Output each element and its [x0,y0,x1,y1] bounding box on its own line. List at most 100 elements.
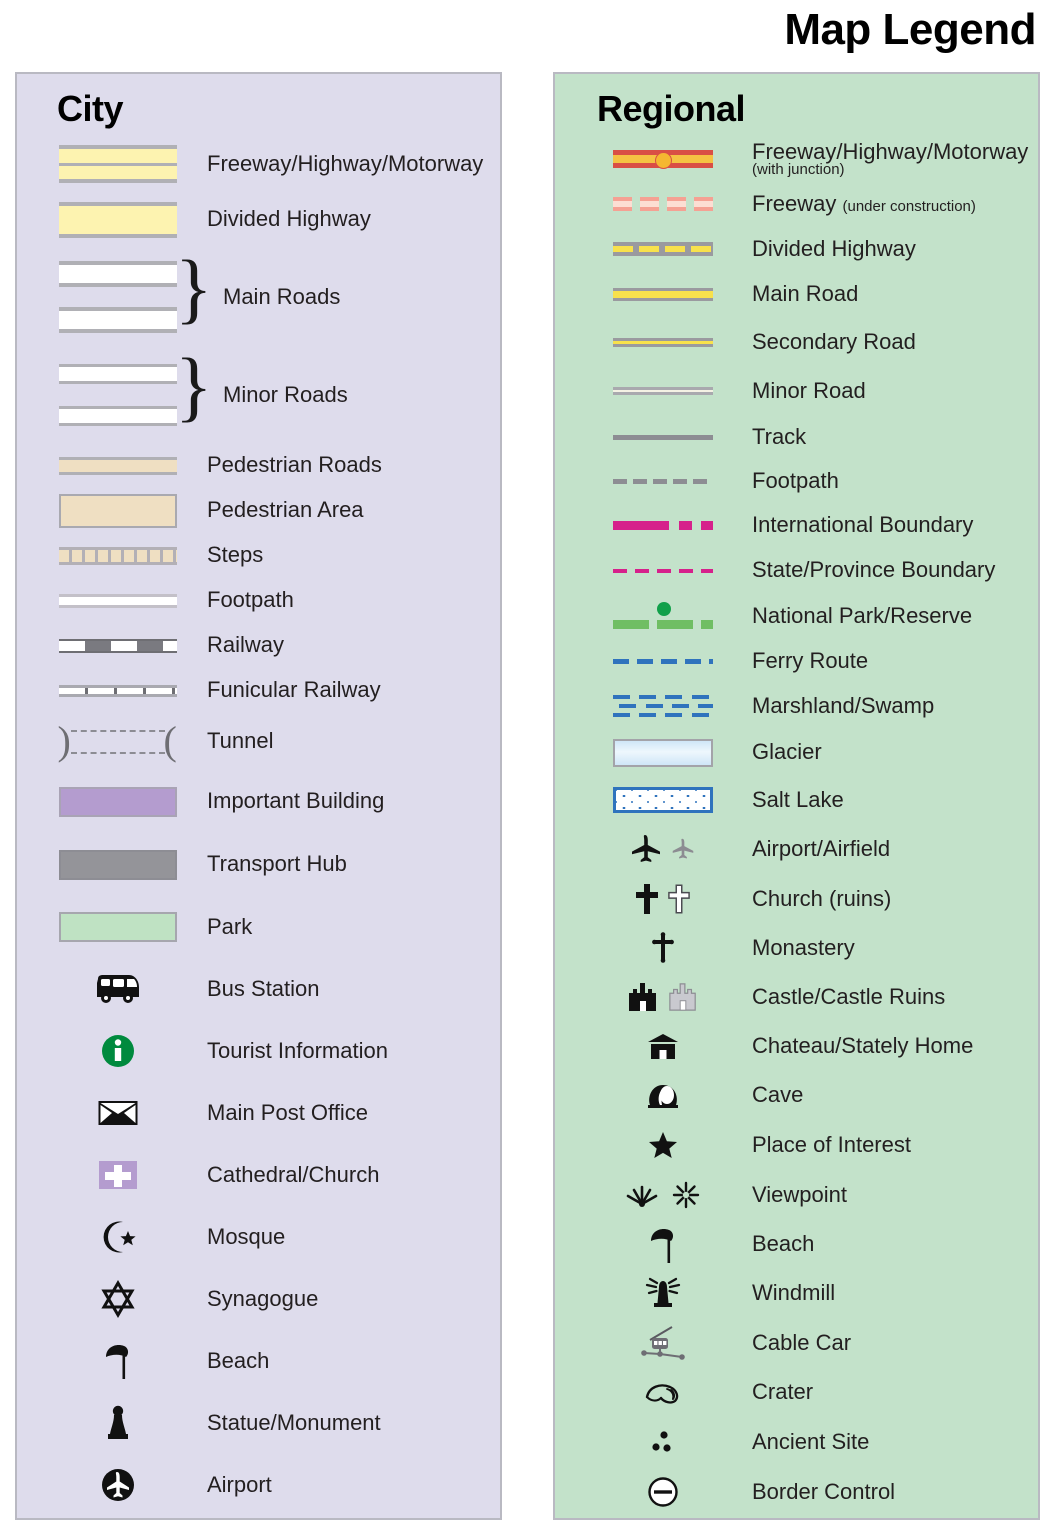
legend-row[interactable]: Footpath [555,459,1038,503]
legend-row[interactable]: Railway [17,623,500,668]
legend-row[interactable]: International Boundary [555,503,1038,548]
legend-row[interactable]: Main Road [555,272,1038,317]
info-icon [45,1033,190,1069]
legend-row[interactable]: Footpath [17,578,500,623]
legend-label: Beach [207,1347,270,1373]
legend-label: Steps [207,542,264,568]
legend-row[interactable]: Ferry Route [555,639,1038,683]
legend-row[interactable]: } Minor Roads [17,346,500,443]
legend-row[interactable]: Border Control [555,1467,1038,1517]
legend-label: Divided Highway [207,206,371,232]
national-park-swatch [585,600,740,632]
legend-row[interactable]: State/Province Boundary [555,548,1038,593]
legend-label: Glacier [752,739,822,765]
legend-row[interactable]: Divided Highway [555,226,1038,272]
bus-icon [45,973,190,1005]
legend-row[interactable]: Monastery [555,924,1038,972]
legend-row[interactable]: Crater [555,1368,1038,1417]
legend-label: Important Building [207,788,385,814]
legend-row[interactable]: Beach [17,1330,500,1392]
legend-row[interactable]: National Park/Reserve [555,593,1038,639]
legend-row[interactable]: Transport Hub [17,833,500,896]
legend-label: Tunnel [207,728,274,754]
legend-label: Cave [752,1082,804,1108]
legend-row[interactable]: Windmill [555,1269,1038,1318]
legend-row[interactable]: } Main Roads [17,247,500,347]
legend-row[interactable]: Main Post Office [17,1082,500,1144]
bracket-left-icon: ) [57,717,71,763]
airplane-pair-icon [585,834,740,864]
glacier-swatch [585,738,740,767]
funicular-railway-swatch [45,684,190,697]
divided-highway-swatch [45,201,190,238]
legend-label: Minor Roads [223,381,348,407]
junction-dot-icon [655,151,672,169]
legend-row[interactable]: Chateau/Stately Home [555,1022,1038,1071]
legend-row[interactable]: Secondary Road [555,317,1038,367]
legend-row[interactable]: Freeway (under construction) [555,182,1038,226]
castle-pair-icon [585,981,740,1013]
important-building-swatch [45,786,190,817]
regional-main-road-swatch [585,288,740,301]
legend-label: Crater [752,1379,814,1405]
legend-row[interactable]: Pedestrian Area [17,488,500,533]
parasol-icon [585,1226,740,1264]
legend-label: Statue/Monument [207,1409,381,1435]
legend-row[interactable]: ) ( Tunnel [17,713,500,770]
legend-row[interactable]: Glacier [555,729,1038,776]
regional-freeway-junction-swatch [585,150,740,169]
legend-row[interactable]: Minor Road [555,367,1038,415]
park-dot-icon [656,602,671,616]
secondary-road-swatch [585,337,740,347]
city-panel-heading: City [57,88,124,129]
legend-label: Church (ruins) [752,885,892,911]
legend-row[interactable]: Pedestrian Roads [17,443,500,488]
legend-label: Cable Car [752,1329,852,1355]
legend-row[interactable]: Cathedral/Church [17,1144,500,1206]
legend-row[interactable]: Beach [555,1220,1038,1269]
legend-row[interactable]: Airport [17,1454,500,1516]
legend-row[interactable]: Viewpoint [555,1170,1038,1220]
legend-row[interactable]: Steps [17,533,500,578]
legend-row[interactable]: Place of Interest [555,1120,1038,1170]
legend-label: Ancient Site [752,1428,870,1454]
legend-row[interactable]: Tourist Information [17,1020,500,1082]
legend-row[interactable]: Salt Lake [555,776,1038,824]
legend-row[interactable]: Church (ruins) [555,874,1038,924]
legend-row[interactable]: Mosque [17,1206,500,1268]
legend-label: Windmill [752,1280,836,1306]
legend-row[interactable]: Cave [555,1071,1038,1120]
crescent-star-icon [45,1219,190,1255]
legend-row[interactable]: Cable Car [555,1318,1038,1368]
legend-label: Pedestrian Roads [207,452,382,478]
legend-label: Bus Station [207,975,320,1001]
brace-icon: } [175,244,213,331]
legend-label: Synagogue [207,1285,319,1311]
airport-circle-icon [45,1467,190,1503]
legend-row[interactable]: Divided Highway [17,192,500,247]
legend-row[interactable]: Funicular Railway [17,668,500,713]
legend-label: Beach [752,1231,815,1257]
legend-row[interactable]: Marshland/Swamp [555,683,1038,729]
legend-label: Divided Highway [752,235,916,261]
pedestrian-area-swatch [45,493,190,528]
legend-label: Track [752,423,807,449]
legend-row[interactable]: Park [17,896,500,958]
legend-row[interactable]: Synagogue [17,1268,500,1330]
legend-row[interactable]: Statue/Monument [17,1392,500,1454]
legend-row[interactable]: Freeway/Highway/Motorway [17,136,500,192]
ancient-site-icon [585,1429,740,1455]
legend-row[interactable]: Freeway/Highway/Motorway (with junction) [555,136,1038,182]
legend-row[interactable]: Track [555,415,1038,459]
legend-label-sub: (under construction) [842,197,976,215]
regional-divided-highway-swatch [585,242,740,256]
legend-label: National Park/Reserve [752,602,973,628]
windmill-icon [585,1277,740,1311]
legend-label-main: Freeway/Highway/Motorway [752,138,1029,164]
legend-row[interactable]: Bus Station [17,958,500,1020]
envelope-icon [45,1099,190,1127]
legend-row[interactable]: Castle/Castle Ruins [555,972,1038,1022]
legend-row[interactable]: Important Building [17,770,500,833]
legend-row[interactable]: Ancient Site [555,1417,1038,1467]
legend-row[interactable]: Airport/Airfield [555,824,1038,874]
